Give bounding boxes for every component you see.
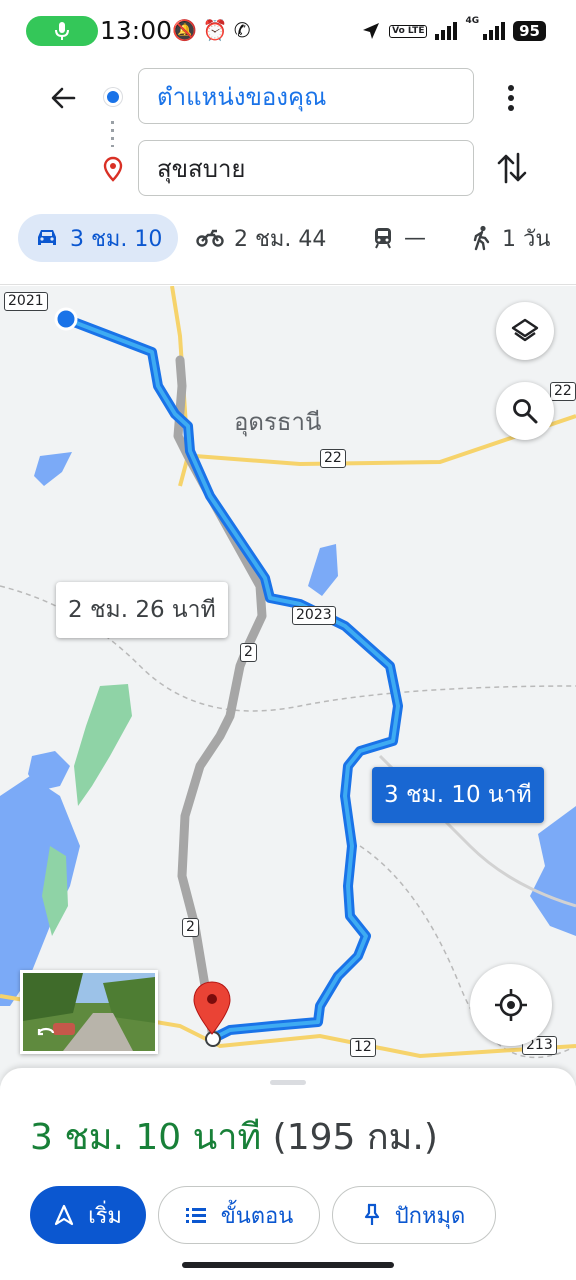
destination-marker-icon xyxy=(193,981,231,1035)
destination-field[interactable]: สุขสบาย xyxy=(138,140,474,196)
start-label: เริ่ม xyxy=(88,1203,122,1229)
battery-level: 95 xyxy=(513,21,546,41)
route-connector-dots xyxy=(111,121,114,147)
street-view-thumbnail[interactable] xyxy=(20,970,158,1054)
tab-motorcycle-label: 2 ชม. 44 xyxy=(234,226,327,252)
main-route-label[interactable]: 3 ชม. 10 นาที xyxy=(372,767,544,823)
main-route-highlight xyxy=(64,317,400,1040)
origin-dot-icon xyxy=(104,88,122,106)
walk-icon xyxy=(473,225,490,251)
mic-active-indicator[interactable] xyxy=(26,16,98,46)
reservoir xyxy=(308,544,338,596)
train-icon xyxy=(375,228,391,249)
header-divider xyxy=(0,284,576,285)
my-location-button[interactable] xyxy=(470,964,552,1046)
motorcycle-icon xyxy=(196,229,224,247)
tab-transit[interactable]: — xyxy=(372,214,426,262)
location-arrow-icon xyxy=(363,23,380,39)
start-navigation-button[interactable]: เริ่ม xyxy=(30,1186,146,1244)
road-shield-22-top: 22 xyxy=(550,382,576,401)
my-location-icon xyxy=(495,989,527,1021)
car-icon xyxy=(38,230,56,245)
more-vert-icon xyxy=(508,85,514,111)
tab-transit-label: — xyxy=(404,225,426,251)
home-indicator[interactable] xyxy=(182,1262,394,1268)
lake-east xyxy=(530,806,576,936)
pond-north xyxy=(34,452,72,486)
status-time: 13:00 xyxy=(100,16,173,45)
signal-bars-icon xyxy=(435,22,458,40)
search-icon xyxy=(513,399,538,424)
park-area xyxy=(74,684,132,806)
tab-motorcycle[interactable]: 2 ชม. 44 xyxy=(196,214,326,262)
layers-button[interactable] xyxy=(496,302,554,360)
main-route[interactable] xyxy=(61,314,403,1043)
pin-label: ปักหมุด xyxy=(394,1203,466,1229)
volte-badge: Vo LTE xyxy=(389,24,428,38)
swap-vert-icon xyxy=(497,152,527,184)
road-shield-22: 22 xyxy=(320,449,346,468)
status-right-icons: Vo LTE 4G 95 xyxy=(361,16,546,46)
steps-label: ขั้นตอน xyxy=(220,1203,294,1229)
tab-walk[interactable]: 1 วัน xyxy=(472,214,550,262)
signal-bars-icon-2 xyxy=(483,22,506,40)
destination-dot xyxy=(205,1031,221,1047)
route-distance: (195 กม.) xyxy=(272,1117,438,1158)
tab-car[interactable]: 3 ชม. 10 xyxy=(18,214,179,262)
swap-button[interactable] xyxy=(494,148,530,188)
arrow-back-icon xyxy=(51,87,76,109)
road-shield-2023: 2023 xyxy=(292,606,336,625)
pin-button[interactable]: ปักหมุด xyxy=(332,1186,496,1244)
navigation-arrow-icon xyxy=(54,1204,74,1226)
destination-pin-icon xyxy=(103,156,123,182)
mic-icon xyxy=(55,22,69,40)
travel-mode-tabs: 3 ชม. 10 2 ชม. 44 — 1 วัน xyxy=(0,214,576,264)
more-options-button[interactable] xyxy=(496,80,526,116)
road-shield-2-bottom: 2 xyxy=(182,918,199,937)
pin-icon xyxy=(364,1203,379,1225)
alt-route-label[interactable]: 2 ชม. 26 นาที xyxy=(56,582,228,638)
road-shield-2-top: 2 xyxy=(240,643,257,662)
sheet-drag-handle[interactable] xyxy=(270,1080,306,1085)
back-button[interactable] xyxy=(46,80,82,116)
tab-walk-label: 1 วัน xyxy=(502,226,551,252)
road-shield-2021: 2021 xyxy=(4,292,48,311)
origin-field[interactable]: ตำแหน่งของคุณ xyxy=(138,68,474,124)
road-shield-12: 12 xyxy=(350,1038,376,1057)
route-summary-sheet[interactable]: 3 ชม. 10 นาที (195 กม.) เริ่ม ขั้นตอน ปั… xyxy=(0,1068,576,1280)
map-view[interactable]: 2021 22 22 2023 2 2 12 213 อุดรธานี 2 ชม… xyxy=(0,286,576,1086)
search-along-route-button[interactable] xyxy=(496,382,554,440)
origin-marker xyxy=(54,307,78,331)
city-label: อุดรธานี xyxy=(234,408,322,436)
steps-button[interactable]: ขั้นตอน xyxy=(158,1186,320,1244)
rotate-360-icon xyxy=(37,1027,55,1036)
tab-car-label: 3 ชม. 10 xyxy=(70,226,163,252)
layers-icon xyxy=(511,318,539,342)
notification-icons: 🔕⏰✆ xyxy=(172,18,257,42)
status-bar: 13:00 🔕⏰✆ Vo LTE 4G 95 xyxy=(0,0,576,60)
network-type: 4G xyxy=(465,16,480,26)
list-icon xyxy=(185,1208,206,1223)
route-summary: 3 ชม. 10 นาที (195 กม.) xyxy=(30,1108,438,1165)
route-duration: 3 ชม. 10 นาที xyxy=(30,1117,262,1158)
